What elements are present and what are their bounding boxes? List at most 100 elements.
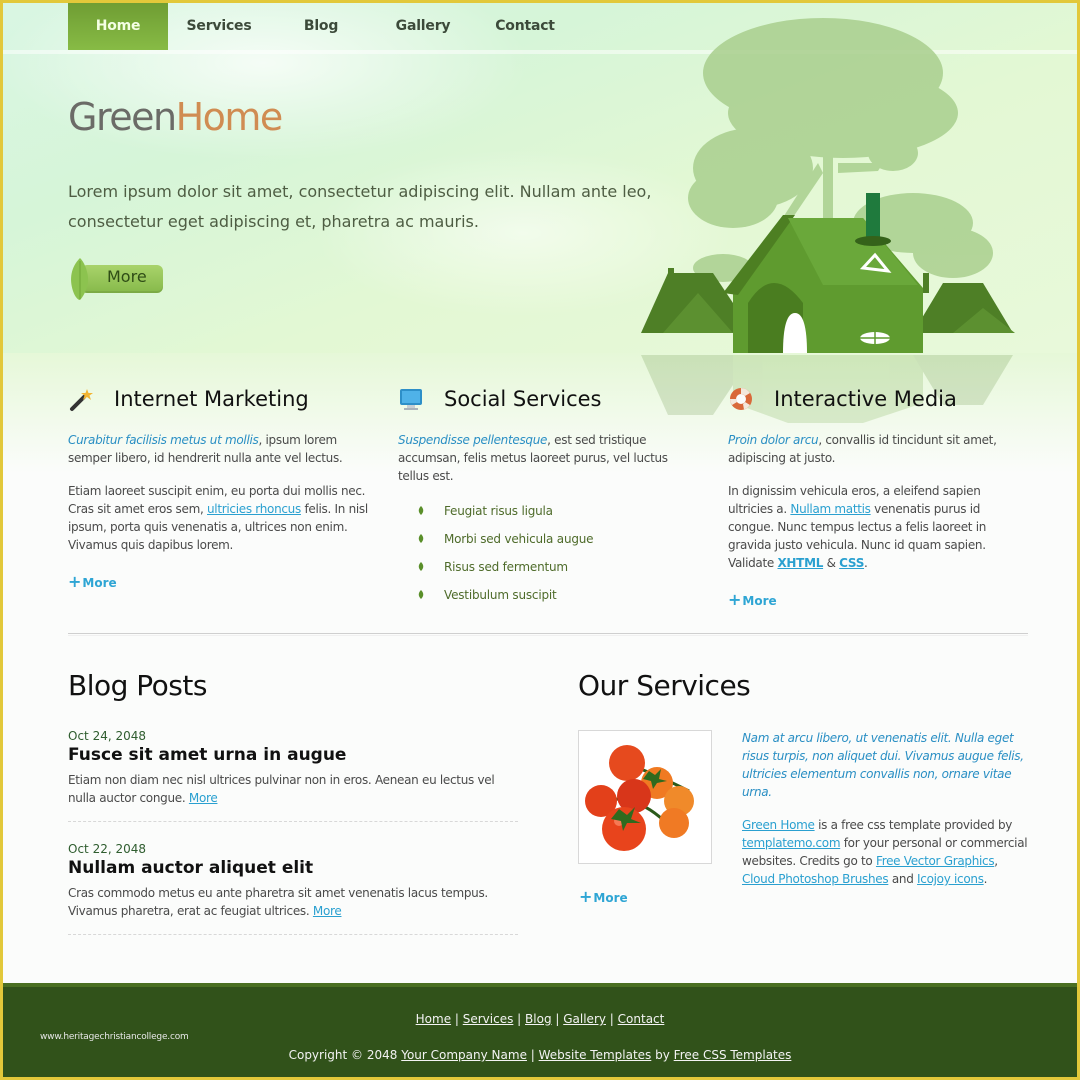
free-vector-graphics-link[interactable]: Free Vector Graphics (876, 854, 995, 868)
nav-contact[interactable]: Contact (474, 3, 576, 50)
css-link[interactable]: CSS (839, 556, 864, 570)
watermark: www.heritagechristiancollege.com (40, 1032, 189, 1042)
post-text: Cras commodo metus eu ante pharetra sit … (68, 886, 488, 918)
company-link[interactable]: Your Company Name (401, 1048, 527, 1062)
plus-icon: + (68, 572, 82, 591)
footer-contact-link[interactable]: Contact (618, 1012, 665, 1026)
bullet-text: Morbi sed vehicula augue (444, 532, 594, 546)
credits-text: and (888, 872, 918, 886)
blog-post: Oct 24, 2048 Fusce sit amet urna in augu… (68, 729, 518, 822)
main-nav: Home Services Blog Gallery Contact (68, 3, 576, 50)
section-divider (68, 633, 1028, 634)
nullam-mattis-link[interactable]: Nullam mattis (790, 502, 871, 516)
footer-nav: Home | Services | Blog | Gallery | Conta… (3, 1012, 1077, 1026)
feature-lead: Proin dolor arcu (728, 433, 819, 447)
footer: Home | Services | Blog | Gallery | Conta… (3, 983, 1077, 1077)
feature-bullet-list: Feugiat risus ligula Morbi sed vehicula … (398, 503, 698, 615)
icojoy-icons-link[interactable]: Icojoy icons (917, 872, 984, 886)
plus-icon: + (579, 887, 593, 906)
monitor-icon (400, 389, 422, 410)
separator: | (526, 1048, 539, 1062)
site-logo[interactable]: GreenHome (68, 95, 283, 139)
page: Home Services Blog Gallery Contact Green… (3, 3, 1077, 1077)
more-label: More (593, 891, 628, 905)
list-item: Morbi sed vehicula augue (418, 531, 698, 559)
copyright-text: Copyright © 2048 (288, 1048, 402, 1062)
leaf-icon (71, 258, 89, 300)
feature-title: Internet Marketing (114, 387, 309, 411)
post-more-link[interactable]: More (189, 791, 218, 805)
footer-blog-link[interactable]: Blog (525, 1012, 552, 1026)
services-text: Nam at arcu libero, ut venenatis elit. N… (742, 729, 1032, 888)
feature-lead: Curabitur facilisis metus ut mollis (68, 433, 259, 447)
tomatoes-photo-icon (585, 745, 694, 851)
services-heading: Our Services (578, 669, 751, 702)
services-credits: Green Home is a free css template provid… (742, 816, 1032, 888)
more-link[interactable]: +More (728, 590, 777, 609)
website-templates-link[interactable]: Website Templates (539, 1048, 652, 1062)
ultricies-rhoncus-link[interactable]: ultricies rhoncus (207, 502, 301, 516)
bullet-text: Risus sed fermentum (444, 560, 568, 574)
templatemo-link[interactable]: templatemo.com (742, 836, 841, 850)
separator: | (451, 1012, 463, 1026)
xhtml-link[interactable]: XHTML (777, 556, 823, 570)
magic-wand-icon (70, 389, 93, 411)
period: . (864, 556, 868, 570)
credits-text: is a free css template provided by (814, 818, 1013, 832)
nav-blog[interactable]: Blog (270, 3, 372, 50)
post-title[interactable]: Nullam auctor aliquet elit (68, 858, 518, 878)
feature-title: Social Services (444, 387, 602, 411)
post-separator (68, 934, 518, 935)
feature-intro: Curabitur facilisis metus ut mollis, ips… (68, 431, 368, 467)
feature-social-services: Social Services Suspendisse pellentesque… (398, 383, 698, 615)
leaf-bullet-icon (418, 506, 424, 515)
nav-home[interactable]: Home (68, 3, 168, 50)
footer-gallery-link[interactable]: Gallery (563, 1012, 606, 1026)
separator: | (551, 1012, 564, 1026)
leaf-bullet-icon (418, 590, 424, 599)
tomatoes-image (578, 730, 712, 864)
post-text: Etiam non diam nec nisl ultrices pulvina… (68, 773, 495, 805)
services-more-link[interactable]: +More (579, 887, 628, 906)
nav-gallery[interactable]: Gallery (372, 3, 474, 50)
post-body: Cras commodo metus eu ante pharetra sit … (68, 884, 518, 920)
by-text: by (651, 1048, 674, 1062)
hero-more-button[interactable]: More (69, 257, 165, 301)
footer-home-link[interactable]: Home (416, 1012, 451, 1026)
more-link[interactable]: +More (68, 572, 117, 591)
post-date: Oct 24, 2048 (68, 729, 146, 743)
separator: | (513, 1012, 526, 1026)
feature-body: In dignissim vehicula eros, a eleifend s… (728, 482, 1028, 572)
feature-internet-marketing: Internet Marketing Curabitur facilisis m… (68, 383, 368, 591)
green-home-link[interactable]: Green Home (742, 818, 815, 832)
hero-more-label: More (107, 267, 147, 286)
feature-intro: Suspendisse pellentesque, est sed tristi… (398, 431, 698, 485)
leaf-bullet-icon (418, 562, 424, 571)
post-more-link[interactable]: More (313, 904, 342, 918)
post-title[interactable]: Fusce sit amet urna in augue (68, 745, 518, 765)
bullet-text: Feugiat risus ligula (444, 504, 553, 518)
green-house-illustration (641, 18, 1015, 423)
feature-body: Etiam laoreet suscipit enim, eu porta du… (68, 482, 368, 554)
hero-tagline: Lorem ipsum dolor sit amet, consectetur … (68, 182, 652, 231)
credits-text: . (983, 872, 988, 886)
bullet-text: Vestibulum suscipit (444, 588, 557, 602)
post-date: Oct 22, 2048 (68, 842, 146, 856)
plus-icon: + (728, 590, 742, 609)
blog-post: Oct 22, 2048 Nullam auctor aliquet elit … (68, 842, 518, 935)
post-body: Etiam non diam nec nisl ultrices pulvina… (68, 771, 518, 807)
credits-text: , (994, 854, 998, 868)
free-css-templates-link[interactable]: Free CSS Templates (674, 1048, 792, 1062)
more-label: More (82, 576, 117, 590)
footer-services-link[interactable]: Services (463, 1012, 514, 1026)
feature-interactive-media: Interactive Media Proin dolor arcu, conv… (728, 383, 1028, 609)
feature-intro: Proin dolor arcu, convallis id tincidunt… (728, 431, 1028, 467)
copyright: Copyright © 2048 Your Company Name | Web… (3, 1048, 1077, 1062)
feature-lead: Suspendisse pellentesque (398, 433, 548, 447)
lifebuoy-icon (730, 388, 752, 410)
nav-services[interactable]: Services (168, 3, 270, 50)
cloud-photoshop-brushes-link[interactable]: Cloud Photoshop Brushes (742, 872, 889, 886)
feature-title: Interactive Media (774, 387, 957, 411)
leaf-bullet-icon (418, 534, 424, 543)
list-item: Vestibulum suscipit (418, 587, 698, 615)
